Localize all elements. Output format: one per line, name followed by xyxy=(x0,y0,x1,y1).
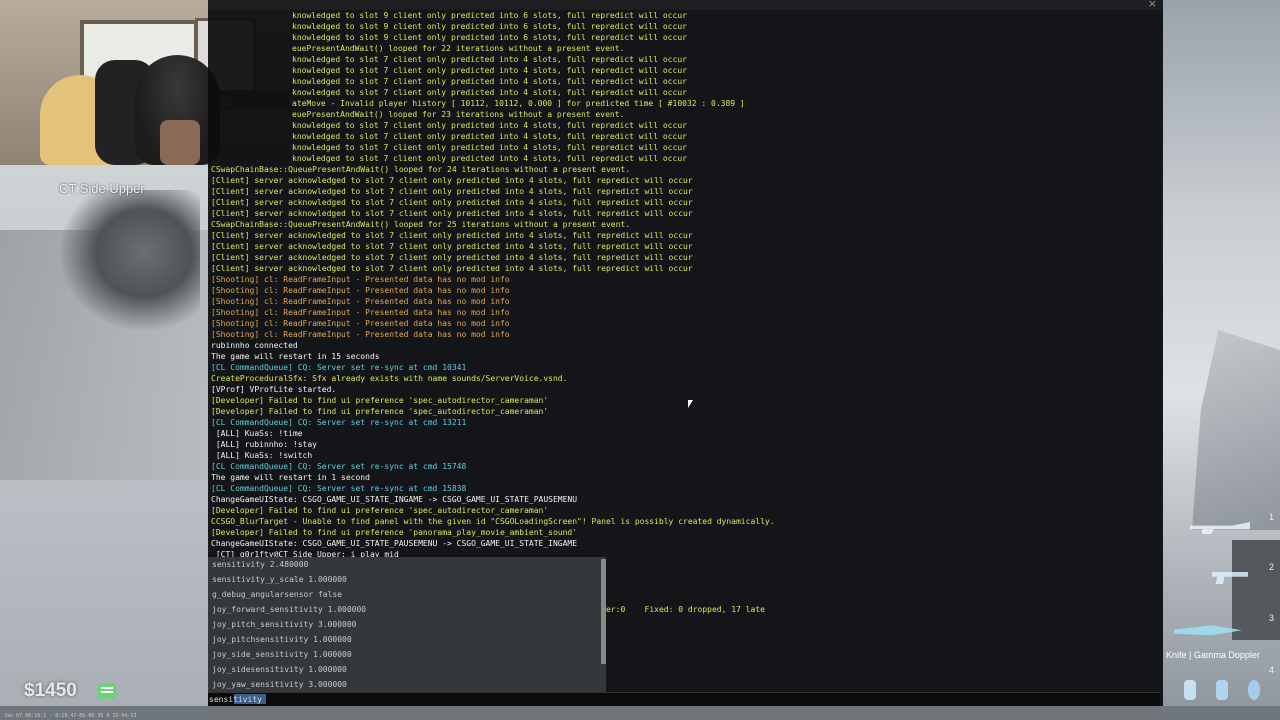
console-line: ateMove - Invalid player history [ 10112… xyxy=(292,99,745,108)
console-line: knowledged to slot 7 client only predict… xyxy=(292,55,687,64)
console-line: knowledged to slot 7 client only predict… xyxy=(292,154,687,163)
console-line: [CL CommandQueue] CQ: Server set re-sync… xyxy=(211,363,467,372)
buy-menu-cart-icon[interactable] xyxy=(98,683,116,699)
console-log: knowledged to slot 9 client only predict… xyxy=(211,10,1151,560)
close-icon[interactable]: × xyxy=(1148,0,1157,10)
console-line: [CL CommandQueue] CQ: Server set re-sync… xyxy=(211,484,467,493)
autocomplete-item[interactable]: joy_forward_sensitivity 1.000000 xyxy=(208,602,606,617)
console-line: [Client] server acknowledged to slot 7 c… xyxy=(211,231,693,240)
console-line: rubinnho connected xyxy=(211,341,298,350)
console-line: euePresentAndWait() looped for 22 iterat… xyxy=(292,44,625,53)
console-line: euePresentAndWait() looped for 23 iterat… xyxy=(292,110,625,119)
developer-console[interactable]: × knowledged to slot 9 client only predi… xyxy=(208,0,1163,706)
console-line: CSwapChainBase::QueuePresentAndWait() lo… xyxy=(211,165,631,174)
console-line: [Shooting] cl: ReadFrameInput - Presente… xyxy=(211,275,510,284)
slot-number-2: 2 xyxy=(1268,562,1274,572)
console-line: The game will restart in 15 seconds xyxy=(211,352,380,361)
console-line: [Developer] Failed to find ui preference… xyxy=(211,396,549,405)
console-line: [Client] server acknowledged to slot 7 c… xyxy=(211,198,693,207)
console-line: [Developer] Failed to find ui preference… xyxy=(211,528,578,537)
console-line: [Client] server acknowledged to slot 7 c… xyxy=(211,209,693,218)
console-line: [Developer] Failed to find ui preference… xyxy=(211,506,549,515)
console-line: knowledged to slot 7 client only predict… xyxy=(292,77,687,86)
autocomplete-item[interactable]: sensitivity_y_scale 1.000000 xyxy=(208,572,606,587)
weapon-inventory: 1 2 3 Knife | Gamma Doppler 4 xyxy=(1162,510,1280,710)
money-display: $1450 xyxy=(24,680,77,701)
autocomplete-item[interactable]: joy_pitch_sensitivity 3.000000 xyxy=(208,617,606,632)
console-line: [Shooting] cl: ReadFrameInput - Presente… xyxy=(211,319,510,328)
slot-number-3: 3 xyxy=(1268,613,1274,623)
console-line: knowledged to slot 9 client only predict… xyxy=(292,11,687,20)
console-line: knowledged to slot 7 client only predict… xyxy=(292,143,687,152)
console-line: knowledged to slot 7 client only predict… xyxy=(292,66,687,75)
autocomplete-scrollbar[interactable] xyxy=(601,559,606,664)
console-line: [CL CommandQueue] CQ: Server set re-sync… xyxy=(211,462,467,471)
knife-icon xyxy=(1174,625,1242,636)
autocomplete-item[interactable]: g_debug_angularsensor false xyxy=(208,587,606,602)
console-line: [Shooting] cl: ReadFrameInput - Presente… xyxy=(211,308,510,317)
timestamp-text: Jan 07 08:18:2 - 8:19:47-06-00-35 0 15-0… xyxy=(4,713,137,719)
streamer-face xyxy=(160,120,200,165)
bottom-strip xyxy=(0,706,1280,720)
autocomplete-item[interactable]: joy_pitchsensitivity 1.000000 xyxy=(208,632,606,647)
console-line: [ALL] rubinnho: !stay xyxy=(211,440,317,449)
console-line: [Client] server acknowledged to slot 7 c… xyxy=(211,242,693,251)
rifle-icon xyxy=(1190,522,1250,534)
knife-name-label: Knife | Gamma Doppler xyxy=(1166,650,1260,660)
console-line: [Shooting] cl: ReadFrameInput - Presente… xyxy=(211,286,510,295)
console-line: ChangeGameUIState: CSGO_GAME_UI_STATE_PA… xyxy=(211,539,578,548)
console-line: knowledged to slot 9 client only predict… xyxy=(292,22,687,31)
console-line: knowledged to slot 9 client only predict… xyxy=(292,33,687,42)
slot-number-4: 4 xyxy=(1268,665,1274,675)
slot-number-1: 1 xyxy=(1268,512,1274,522)
console-line: CSwapChainBase::QueuePresentAndWait() lo… xyxy=(211,220,631,229)
console-line: [CL CommandQueue] CQ: Server set re-sync… xyxy=(211,418,467,427)
flashbang-icon xyxy=(1248,680,1260,700)
mouse-cursor-icon xyxy=(688,400,693,408)
net-stats-text: er:0 Fixed: 0 dropped, 17 late xyxy=(606,605,765,614)
location-label: CT Side Upper xyxy=(59,181,145,196)
autocomplete-item[interactable]: joy_yaw_sensitivity 3.000000 xyxy=(208,677,606,692)
console-line: [ALL] KuaSs: !time xyxy=(211,429,303,438)
console-line: [VProf] VProfLite started. xyxy=(211,385,337,394)
console-line: [ALL] KuaSs: !switch xyxy=(211,451,313,460)
console-line: [Shooting] cl: ReadFrameInput - Presente… xyxy=(211,330,510,339)
console-input[interactable] xyxy=(209,693,509,705)
autocomplete-item[interactable]: joy_sidesensitivity 1.000000 xyxy=(208,662,606,677)
console-line: [Developer] Failed to find ui preference… xyxy=(211,407,549,416)
console-line: knowledged to slot 7 client only predict… xyxy=(292,121,687,130)
autocomplete-item[interactable]: joy_side_sensitivity 1.000000 xyxy=(208,647,606,662)
console-line: CreateProceduralSfx: Sfx already exists … xyxy=(211,374,568,383)
grenade-icon xyxy=(1184,680,1196,700)
console-line: [Client] server acknowledged to slot 7 c… xyxy=(211,187,693,196)
console-line: CCSGO_BlurTarget - Unable to find panel … xyxy=(211,517,775,526)
molotov-icon xyxy=(1216,680,1228,700)
pistol-icon xyxy=(1212,572,1248,584)
console-input-bar[interactable] xyxy=(208,692,1160,706)
console-titlebar: × xyxy=(208,0,1163,10)
console-line: [Client] server acknowledged to slot 7 c… xyxy=(211,253,693,262)
snow-rock xyxy=(1192,330,1280,530)
autocomplete-item[interactable]: sensitivity 2.480000 xyxy=(208,557,606,572)
console-line: [Shooting] cl: ReadFrameInput - Presente… xyxy=(211,297,510,306)
autocomplete-list[interactable]: sensitivity 2.480000 sensitivity_y_scale … xyxy=(208,557,606,692)
console-line: The game will restart in 1 second xyxy=(211,473,370,482)
console-line: knowledged to slot 7 client only predict… xyxy=(292,132,687,141)
player-model xyxy=(60,190,200,330)
console-line: [Client] server acknowledged to slot 7 c… xyxy=(211,176,693,185)
console-line: ChangeGameUIState: CSGO_GAME_UI_STATE_IN… xyxy=(211,495,578,504)
console-line: knowledged to slot 7 client only predict… xyxy=(292,88,687,97)
console-line: [Client] server acknowledged to slot 7 c… xyxy=(211,264,693,273)
